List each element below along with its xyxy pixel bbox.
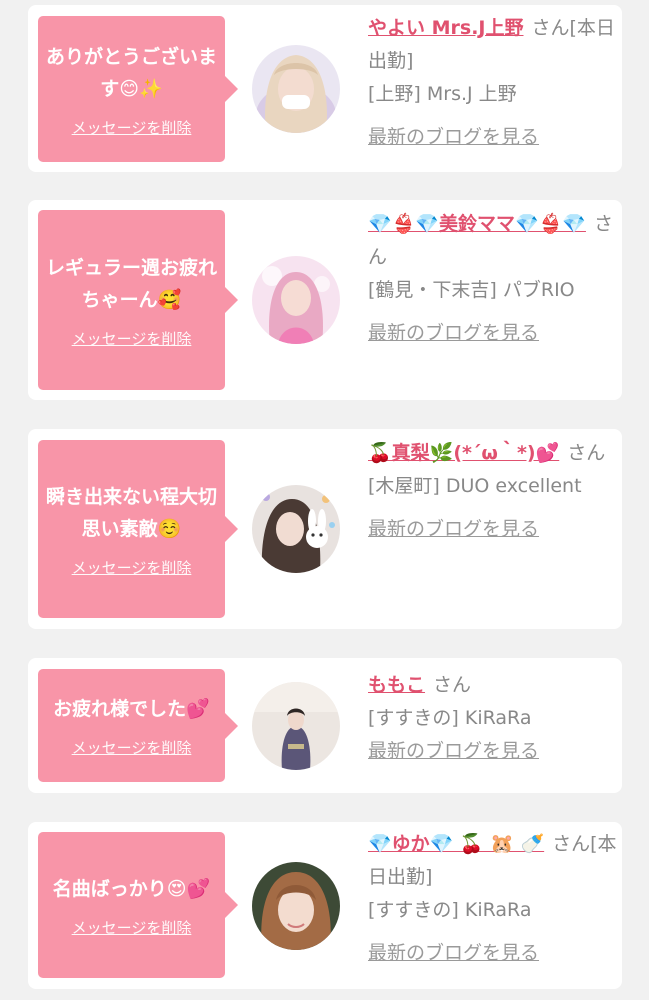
sender-name-link[interactable]: 💎👙💎美鈴ママ💎👙💎 [368,213,586,235]
message-bubble: 瞬き出来ない程大切思い素敵☺️ メッセージを削除 [38,440,238,618]
sender-name-link[interactable]: 🍒真梨🌿(*´ω｀*)💕 [368,442,559,464]
shop-name: [鶴見・下末吉] パブRIO [368,279,575,301]
delete-message-link[interactable]: メッセージを削除 [72,557,192,578]
honorific-status: さん [567,442,606,464]
message-bubble: レギュラー週お疲れちゃーん🥰 メッセージを削除 [38,210,238,390]
sender-info: 🍒真梨🌿(*´ω｀*)💕 さん [木屋町] DUO excellent 最新のブロ… [368,437,618,546]
honorific-status: さん [433,674,472,696]
shop-name: [上野] Mrs.J 上野 [368,83,517,105]
avatar[interactable] [252,485,340,573]
delete-message-link[interactable]: メッセージを削除 [72,328,192,349]
message-card: お疲れ様でした💕 メッセージを削除 ももこ さん [すすきの] KiRaRa 最新… [28,658,622,793]
profile-photo-brown-hair-icon [252,862,340,950]
avatar[interactable] [252,45,340,133]
shop-name: [木屋町] DUO excellent [368,475,582,497]
profile-photo-blonde-mask-icon [252,45,340,133]
message-text: 瞬き出来ない程大切思い素敵☺️ [46,485,218,540]
message-card: ありがとうございます😊✨ メッセージを削除 やよい Mrs.J上野 さん[本日出勤… [28,5,622,172]
message-card: 瞬き出来ない程大切思い素敵☺️ メッセージを削除 🍒真梨🌿(*´ω｀*)💕 さん … [28,429,622,629]
profile-photo-pink-icon [252,256,340,344]
latest-blog-link[interactable]: 最新のブログを見る [368,513,618,546]
sender-info: やよい Mrs.J上野 さん[本日出勤] [上野] Mrs.J 上野 最新のブログ… [368,12,618,154]
message-bubble: ありがとうございます😊✨ メッセージを削除 [38,16,238,162]
delete-message-link[interactable]: メッセージを削除 [72,917,192,938]
shop-name: [すすきの] KiRaRa [368,707,532,729]
message-card: レギュラー週お疲れちゃーん🥰 メッセージを削除 💎👙💎美鈴ママ💎👙💎 さん [鶴見… [28,200,622,400]
message-bubble: 名曲ばっかり😍💕 メッセージを削除 [38,832,238,978]
sender-info: 💎ゆか💎 🍒 🐹 🍼 さん[本日出勤] [すすきの] KiRaRa 最新のブログを… [368,828,618,970]
delete-message-link[interactable]: メッセージを削除 [72,117,192,138]
sender-name-link[interactable]: 💎ゆか💎 🍒 🐹 🍼 [368,833,544,855]
avatar[interactable] [252,862,340,950]
latest-blog-link[interactable]: 最新のブログを見る [368,317,618,350]
avatar[interactable] [252,256,340,344]
latest-blog-link[interactable]: 最新のブログを見る [368,121,618,154]
latest-blog-link[interactable]: 最新のブログを見る [368,937,618,970]
message-bubble: お疲れ様でした💕 メッセージを削除 [38,669,238,782]
shop-name: [すすきの] KiRaRa [368,899,532,921]
message-text: 名曲ばっかり😍💕 [52,877,211,900]
profile-photo-bunny-sticker-icon [252,485,340,573]
message-list: ありがとうございます😊✨ メッセージを削除 やよい Mrs.J上野 さん[本日出勤… [0,0,649,1000]
latest-blog-link[interactable]: 最新のブログを見る [368,735,618,768]
sender-name-link[interactable]: ももこ [368,674,425,696]
avatar[interactable] [252,682,340,770]
sender-info: ももこ さん [すすきの] KiRaRa 最新のブログを見る [368,669,618,768]
message-text: お疲れ様でした💕 [53,698,210,720]
sender-name-link[interactable]: やよい Mrs.J上野 [368,17,524,39]
sender-info: 💎👙💎美鈴ママ💎👙💎 さん [鶴見・下末吉] パブRIO 最新のブログを見る [368,208,618,350]
delete-message-link[interactable]: メッセージを削除 [72,737,192,758]
message-card: 名曲ばっかり😍💕 メッセージを削除 💎ゆか💎 🍒 🐹 🍼 さん[本日出勤] [すす… [28,822,622,989]
profile-photo-kimono-icon [252,682,340,770]
message-text: レギュラー週お疲れちゃーん🥰 [46,256,218,311]
message-text: ありがとうございます😊✨ [46,45,218,100]
